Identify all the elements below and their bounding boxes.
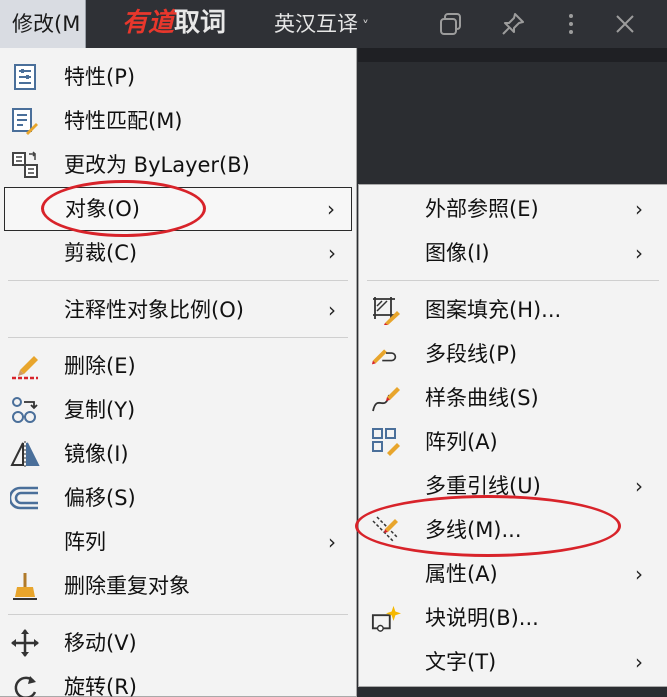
submenu-arrow-icon: › — [635, 241, 643, 265]
copy-object-icon — [10, 395, 40, 425]
more-icon[interactable] — [554, 8, 588, 40]
menu-separator — [367, 280, 659, 281]
close-icon[interactable] — [608, 8, 642, 40]
menu-item-label: 多线(M)... — [425, 518, 522, 542]
menu-item-label: 删除重复对象 — [64, 574, 190, 598]
menu-separator — [8, 280, 348, 281]
menu-item-erase[interactable]: 删除(E) — [0, 344, 356, 388]
menu-item-label: 外部参照(E) — [425, 197, 539, 221]
menu-item-label: 偏移(S) — [64, 486, 136, 510]
menu-item-match-properties[interactable]: 特性匹配(M) — [0, 99, 356, 143]
modify-menu: 特性(P) 特性匹配(M) 更改为 ByLayer(B) 对象(O) › 剪裁(… — [0, 48, 357, 697]
menu-item-clip[interactable]: 剪裁(C) › — [0, 231, 356, 275]
erase-icon — [10, 351, 40, 381]
brand-name-text: 取词 — [174, 8, 227, 38]
menu-item-label: 图像(I) — [425, 241, 490, 265]
submenu-item-xref[interactable]: 外部参照(E) › — [359, 187, 667, 231]
pin-icon[interactable] — [496, 8, 530, 40]
youdao-brand: 有道取词 — [122, 5, 226, 41]
menu-separator — [8, 614, 348, 615]
menu-item-label: 旋转(R) — [64, 675, 137, 697]
brand-logo-text: 有道 — [122, 8, 175, 38]
menu-item-label: 多重引线(U) — [425, 474, 541, 498]
polyline-edit-icon — [371, 339, 401, 369]
submenu-item-multiline[interactable]: 多线(M)... — [359, 508, 667, 552]
properties-icon — [10, 62, 40, 92]
menu-item-mirror[interactable]: 镜像(I) — [0, 432, 356, 476]
offset-icon — [10, 483, 40, 513]
background-area — [358, 62, 667, 184]
menu-item-label: 块说明(B)... — [425, 606, 539, 630]
submenu-item-hatch[interactable]: 图案填充(H)... — [359, 288, 667, 332]
object-submenu: 外部参照(E) › 图像(I) › 图案填充(H)... 多段线(P) 样条曲线… — [358, 184, 667, 687]
spline-edit-icon — [371, 383, 401, 413]
menu-item-label: 镜像(I) — [64, 442, 129, 466]
menu-item-annotative-scale[interactable]: 注释性对象比例(O) › — [0, 288, 356, 332]
menu-item-properties[interactable]: 特性(P) — [0, 55, 356, 99]
submenu-item-attribute[interactable]: 属性(A) › — [359, 552, 667, 596]
menu-item-array[interactable]: 阵列 › — [0, 520, 356, 564]
menu-item-label: 属性(A) — [425, 562, 498, 586]
menu-item-label: 阵列(A) — [425, 430, 498, 454]
submenu-arrow-icon: › — [327, 197, 335, 221]
menubar-modify-tab[interactable]: 修改(M — [0, 0, 86, 48]
menu-item-label: 样条曲线(S) — [425, 386, 539, 410]
menu-item-label: 复制(Y) — [64, 398, 136, 422]
submenu-arrow-icon: › — [635, 474, 643, 498]
chevron-down-icon: ˅ — [362, 19, 369, 35]
submenu-arrow-icon: › — [635, 562, 643, 586]
menu-item-offset[interactable]: 偏移(S) — [0, 476, 356, 520]
translate-mode-label: 英汉互译 — [274, 12, 358, 36]
overkill-icon — [10, 571, 40, 601]
copy-icon[interactable] — [434, 8, 468, 40]
menu-item-label: 文字(T) — [425, 650, 497, 674]
youdao-toolbar: 有道取词 英汉互译 ˅ — [86, 0, 667, 48]
menu-item-label: 移动(V) — [64, 631, 137, 655]
submenu-item-text[interactable]: 文字(T) › — [359, 640, 667, 684]
menu-item-label: 更改为 ByLayer(B) — [64, 153, 250, 177]
submenu-item-array[interactable]: 阵列(A) — [359, 420, 667, 464]
menu-item-label: 特性匹配(M) — [64, 109, 183, 133]
array-edit-icon — [371, 427, 401, 457]
submenu-arrow-icon: › — [328, 530, 336, 554]
menu-item-label: 图案填充(H)... — [425, 298, 562, 322]
menu-item-label: 特性(P) — [64, 65, 136, 89]
block-description-icon — [371, 603, 401, 633]
submenu-item-spline[interactable]: 样条曲线(S) — [359, 376, 667, 420]
menu-item-object[interactable]: 对象(O) › — [4, 187, 352, 231]
menu-separator — [8, 337, 348, 338]
menu-item-label: 阵列 — [64, 530, 106, 554]
menu-item-move[interactable]: 移动(V) — [0, 621, 356, 665]
submenu-item-block-description[interactable]: 块说明(B)... — [359, 596, 667, 640]
translate-mode-dropdown[interactable]: 英汉互译 ˅ — [274, 8, 369, 40]
submenu-arrow-icon: › — [328, 298, 336, 322]
rotate-icon — [10, 672, 40, 697]
hatch-edit-icon — [371, 295, 401, 325]
menu-item-label: 注释性对象比例(O) — [64, 298, 244, 322]
submenu-arrow-icon: › — [635, 197, 643, 221]
submenu-item-polyline[interactable]: 多段线(P) — [359, 332, 667, 376]
menu-item-label: 多段线(P) — [425, 342, 518, 366]
menu-item-label: 对象(O) — [65, 197, 140, 221]
multiline-edit-icon — [371, 515, 401, 545]
menu-item-label: 删除(E) — [64, 354, 136, 378]
menu-item-label: 剪裁(C) — [64, 241, 138, 265]
submenu-item-multileader[interactable]: 多重引线(U) › — [359, 464, 667, 508]
menu-item-delete-duplicates[interactable]: 删除重复对象 — [0, 564, 356, 608]
submenu-arrow-icon: › — [635, 650, 643, 674]
mirror-icon — [10, 439, 40, 469]
change-bylayer-icon — [10, 150, 40, 180]
dark-strip — [358, 48, 667, 62]
match-properties-icon — [10, 106, 40, 136]
menu-item-copy[interactable]: 复制(Y) — [0, 388, 356, 432]
menu-item-rotate[interactable]: 旋转(R) — [0, 665, 356, 697]
submenu-item-image[interactable]: 图像(I) › — [359, 231, 667, 275]
submenu-arrow-icon: › — [328, 241, 336, 265]
move-icon — [10, 628, 40, 658]
menu-item-change-bylayer[interactable]: 更改为 ByLayer(B) — [0, 143, 356, 187]
